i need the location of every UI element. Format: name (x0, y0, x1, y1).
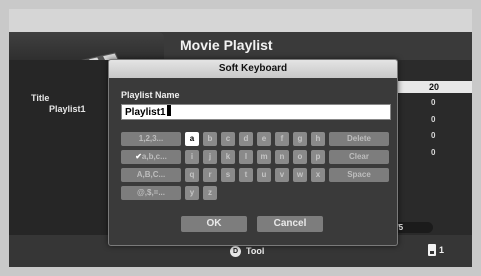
count-row-4: 0 (431, 148, 436, 157)
tool-label: Tool (246, 246, 265, 256)
top-band (9, 9, 472, 32)
key-r[interactable]: r (203, 168, 217, 182)
clear-button[interactable]: Clear (329, 150, 389, 164)
key-w[interactable]: w (293, 168, 307, 182)
device-number: 1 (439, 245, 445, 255)
key-u[interactable]: u (257, 168, 271, 182)
list-header-value: 20 (429, 82, 440, 92)
list-panel (387, 81, 472, 235)
key-x[interactable]: x (311, 168, 325, 182)
key-p[interactable]: p (311, 150, 325, 164)
mode-numbers-button[interactable]: 1,2,3... (121, 132, 181, 146)
key-m[interactable]: m (257, 150, 271, 164)
device-icon (428, 244, 436, 256)
key-h[interactable]: h (311, 132, 325, 146)
mode-lowercase-label: a,b,c... (141, 152, 167, 161)
page-title: Movie Playlist (180, 37, 273, 53)
check-icon: ✔ (135, 152, 142, 161)
key-z[interactable]: z (203, 186, 217, 200)
playlist-name-value: Playlist1 (125, 107, 166, 118)
playlist-name-label: Playlist Name (121, 90, 180, 100)
key-n[interactable]: n (275, 150, 289, 164)
playlist-name-input[interactable]: Playlist1 (121, 104, 391, 120)
mode-uppercase-button[interactable]: A,B,C... (121, 168, 181, 182)
ok-button[interactable]: OK (181, 216, 247, 232)
count-row-1: 0 (431, 98, 436, 107)
space-button[interactable]: Space (329, 168, 389, 182)
key-a[interactable]: a (185, 132, 199, 146)
key-o[interactable]: o (293, 150, 307, 164)
mode-symbols-button[interactable]: @,$,=... (121, 186, 181, 200)
key-y[interactable]: y (185, 186, 199, 200)
count-row-2: 0 (431, 115, 436, 124)
key-v[interactable]: v (275, 168, 289, 182)
key-q[interactable]: q (185, 168, 199, 182)
soft-keyboard-dialog: Soft Keyboard Playlist Name Playlist1 1,… (108, 59, 398, 246)
mode-lowercase-button[interactable]: ✔a,b,c... (121, 150, 181, 164)
cancel-button[interactable]: Cancel (257, 216, 323, 232)
key-j[interactable]: j (203, 150, 217, 164)
key-s[interactable]: s (221, 168, 235, 182)
key-b[interactable]: b (203, 132, 217, 146)
key-g[interactable]: g (293, 132, 307, 146)
key-i[interactable]: i (185, 150, 199, 164)
key-f[interactable]: f (275, 132, 289, 146)
key-d[interactable]: d (239, 132, 253, 146)
key-k[interactable]: k (221, 150, 235, 164)
key-t[interactable]: t (239, 168, 253, 182)
delete-button[interactable]: Delete (329, 132, 389, 146)
text-cursor (166, 105, 171, 116)
meta-title-value: Playlist1 (49, 104, 86, 114)
key-e[interactable]: e (257, 132, 271, 146)
count-row-3: 0 (431, 131, 436, 140)
tool-button-icon[interactable]: D (230, 246, 241, 257)
key-c[interactable]: c (221, 132, 235, 146)
meta-title-label: Title (31, 93, 50, 103)
tv-screen: Movie Playlist Title Playlist1 20 0 0 0 … (9, 9, 472, 267)
key-l[interactable]: l (239, 150, 253, 164)
dialog-title: Soft Keyboard (109, 60, 397, 78)
